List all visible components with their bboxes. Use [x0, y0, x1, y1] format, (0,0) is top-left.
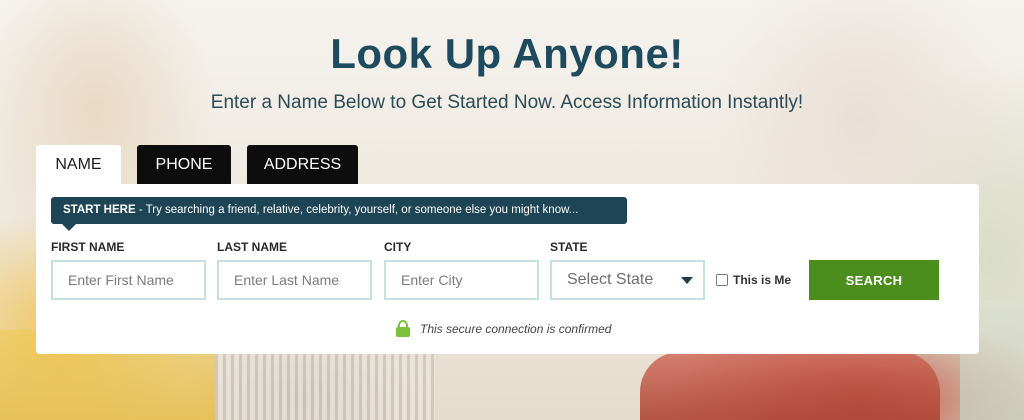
- banner-pointer: [62, 224, 76, 231]
- search-panel: START HERE - Try searching a friend, rel…: [36, 184, 979, 354]
- state-select[interactable]: Select State: [550, 260, 705, 300]
- state-label: STATE: [550, 240, 588, 254]
- chevron-down-icon: [681, 277, 693, 284]
- last-name-input[interactable]: [217, 260, 372, 300]
- this-is-me-label: This is Me: [733, 273, 792, 287]
- tab-phone[interactable]: PHONE: [137, 145, 231, 184]
- last-name-label: LAST NAME: [217, 240, 287, 254]
- search-button[interactable]: SEARCH: [809, 260, 939, 300]
- secure-connection-note: This secure connection is confirmed: [396, 320, 611, 337]
- city-label: CITY: [384, 240, 412, 254]
- start-here-lead: START HERE: [63, 204, 136, 216]
- first-name-label: FIRST NAME: [51, 240, 125, 254]
- state-select-value: Select State: [567, 271, 654, 288]
- tab-address[interactable]: ADDRESS: [247, 145, 358, 184]
- first-name-input[interactable]: [51, 260, 206, 300]
- start-here-text: - Try searching a friend, relative, cele…: [135, 204, 579, 216]
- this-is-me-checkbox[interactable]: [716, 274, 728, 286]
- start-here-banner: START HERE - Try searching a friend, rel…: [51, 197, 627, 224]
- secure-connection-text: This secure connection is confirmed: [420, 321, 612, 336]
- page-subtitle: Enter a Name Below to Get Started Now. A…: [210, 92, 804, 113]
- lock-icon: [396, 320, 410, 337]
- this-is-me-toggle[interactable]: This is Me: [716, 273, 791, 287]
- city-input[interactable]: [384, 260, 539, 300]
- search-tabs: NAME PHONE ADDRESS: [36, 145, 358, 184]
- tab-name[interactable]: NAME: [36, 145, 121, 184]
- page-title: Look Up Anyone!: [330, 30, 684, 77]
